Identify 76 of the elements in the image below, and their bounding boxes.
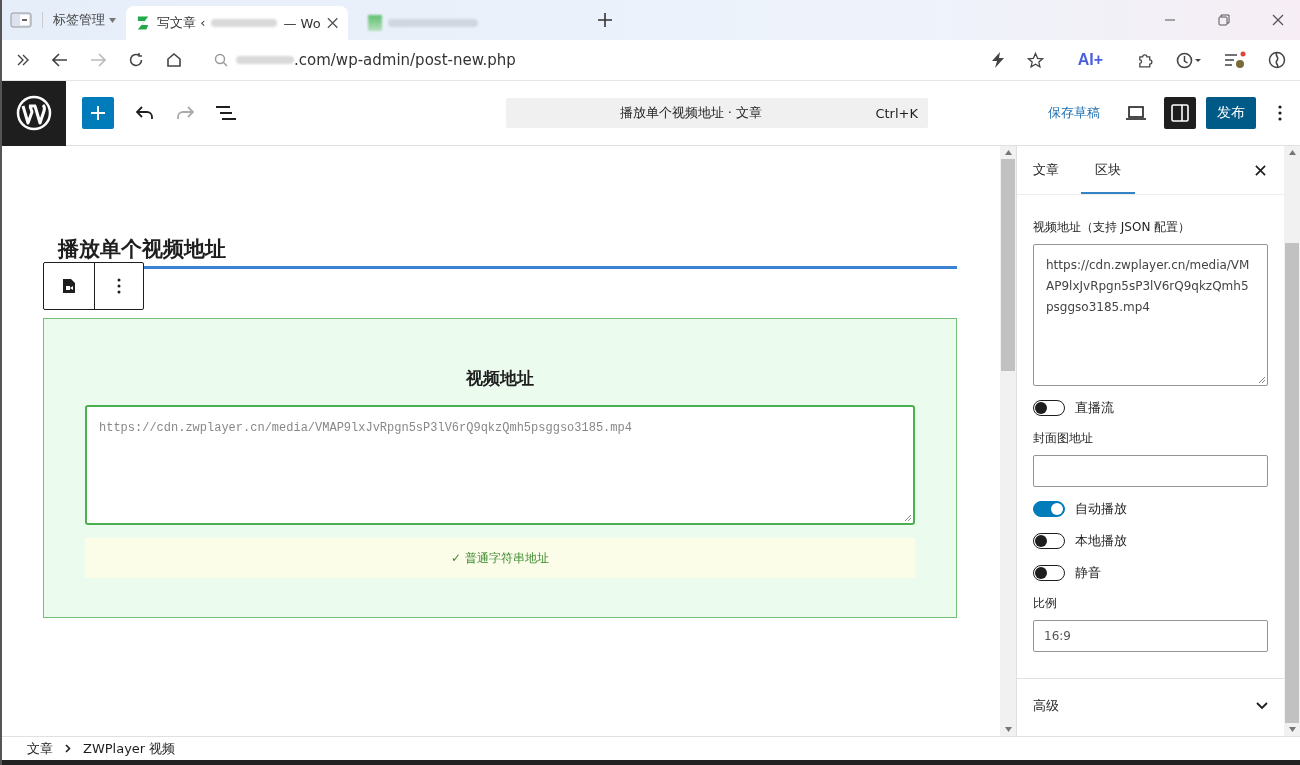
double-chevron-icon[interactable] <box>16 53 30 67</box>
toggle-switch[interactable] <box>1033 400 1065 416</box>
command-bar[interactable]: 播放单个视频地址 · 文章 Ctrl+K <box>506 98 928 128</box>
toggle-switch[interactable] <box>1033 533 1065 549</box>
breadcrumb-item[interactable]: 文章 <box>27 739 53 758</box>
star-icon[interactable] <box>1026 51 1044 69</box>
close-icon[interactable] <box>326 17 338 29</box>
restore-icon[interactable] <box>1218 14 1230 26</box>
toggle-label: 静音 <box>1075 564 1101 582</box>
ai-button[interactable]: AI+ <box>1077 51 1103 69</box>
lightning-icon[interactable] <box>990 52 1005 68</box>
resize-handle-icon[interactable] <box>1258 376 1266 384</box>
back-arrow-icon[interactable] <box>52 53 68 67</box>
status-message: ✓ 普通字符串地址 <box>85 538 915 578</box>
post-title[interactable]: 播放单个视频地址 <box>58 234 957 264</box>
wordpress-logo[interactable] <box>2 80 66 146</box>
field-label: 视频地址（支持 JSON 配置） <box>1033 219 1192 236</box>
sidebar-toggle-icon[interactable] <box>10 12 32 28</box>
caret-icon[interactable] <box>109 17 116 23</box>
chevron-icon[interactable] <box>1256 702 1268 710</box>
history-icon[interactable] <box>1176 51 1202 69</box>
url-textarea[interactable]: https://cdn.zwplayer.cn/media/VMAP9lxJvRpgn5sP3lV6rQ9qkzQmh5psggso3185.mp4 <box>85 405 915 525</box>
blurred-text <box>236 56 294 64</box>
sidebar-panel-icon[interactable] <box>1171 104 1189 122</box>
url-text[interactable]: .com/wp-admin/post-new.php <box>294 51 516 69</box>
sidebar-tab[interactable]: 文章 <box>1033 146 1073 194</box>
list-view-icon[interactable] <box>216 106 236 120</box>
add-block-button[interactable] <box>82 97 114 129</box>
publish-button[interactable]: 发布 <box>1206 97 1256 129</box>
toggle-label: 直播流 <box>1075 399 1114 417</box>
tab-group-dropdown[interactable]: 标签管理 <box>53 11 105 29</box>
scroll-down-arrow-icon[interactable] <box>1288 727 1296 732</box>
toggle-switch[interactable] <box>1033 565 1065 581</box>
panel-title[interactable]: 高级 <box>1033 697 1059 715</box>
breadcrumb-item[interactable]: ZWPlayer 视频 <box>83 739 176 758</box>
tab-title: 写文章 ‹ <box>157 14 206 32</box>
scroll-up-arrow-icon[interactable] <box>1004 150 1012 155</box>
undo-icon[interactable] <box>136 106 154 120</box>
tab-title: — Wo <box>283 15 321 31</box>
video-file-icon[interactable] <box>62 278 76 294</box>
chevron-right-icon <box>65 744 71 753</box>
close-icon[interactable] <box>1255 164 1266 176</box>
puzzle-icon[interactable] <box>1137 51 1154 69</box>
toggle-label: 自动播放 <box>1075 500 1127 518</box>
plus-icon[interactable] <box>91 106 105 120</box>
search-icon <box>214 53 228 67</box>
more-options-icon[interactable] <box>117 278 121 294</box>
blurred-text <box>211 19 278 27</box>
shortcut-hint: Ctrl+K <box>875 105 918 121</box>
sidebar-tab[interactable]: 区块 <box>1081 146 1135 194</box>
scroll-down-arrow-icon[interactable] <box>1004 727 1012 732</box>
cover-url-field[interactable] <box>1033 455 1268 487</box>
field-label: 比例 <box>1033 595 1058 612</box>
url-textarea[interactable]: https://cdn.zwplayer.cn/media/VMAP9lxJvRpgn5sP3lV6rQ9qkzQmh5psggso3185.mp4 <box>1033 244 1268 386</box>
reading-list-icon[interactable] <box>1224 51 1246 69</box>
laptop-icon[interactable] <box>1126 106 1146 120</box>
home-icon[interactable] <box>166 52 182 68</box>
field-label: 封面图地址 <box>1033 430 1094 447</box>
ratio-field[interactable]: 16:9 <box>1033 620 1268 652</box>
settings-toggle-button[interactable] <box>1164 97 1196 129</box>
blurred-favicon <box>368 15 382 31</box>
swirl-icon[interactable] <box>1268 51 1286 69</box>
toggle-label: 本地播放 <box>1075 532 1127 550</box>
save-draft-link[interactable]: 保存草稿 <box>1048 104 1100 122</box>
scrollbar-thumb[interactable] <box>1001 159 1015 371</box>
reload-icon[interactable] <box>128 52 144 68</box>
browser-tab[interactable]: 写文章 ‹ — Wo <box>126 6 348 40</box>
new-tab-icon[interactable] <box>598 13 612 27</box>
block-heading: 视频地址 <box>465 367 535 390</box>
resize-handle-icon[interactable] <box>904 514 912 522</box>
document-title: 播放单个视频地址 · 文章 <box>618 104 763 122</box>
close-icon[interactable] <box>1272 14 1284 26</box>
toggle-switch[interactable] <box>1033 501 1065 517</box>
more-options-icon[interactable] <box>1278 105 1282 121</box>
scrollbar-thumb[interactable] <box>1285 243 1299 723</box>
scroll-up-arrow-icon[interactable] <box>1288 150 1296 155</box>
